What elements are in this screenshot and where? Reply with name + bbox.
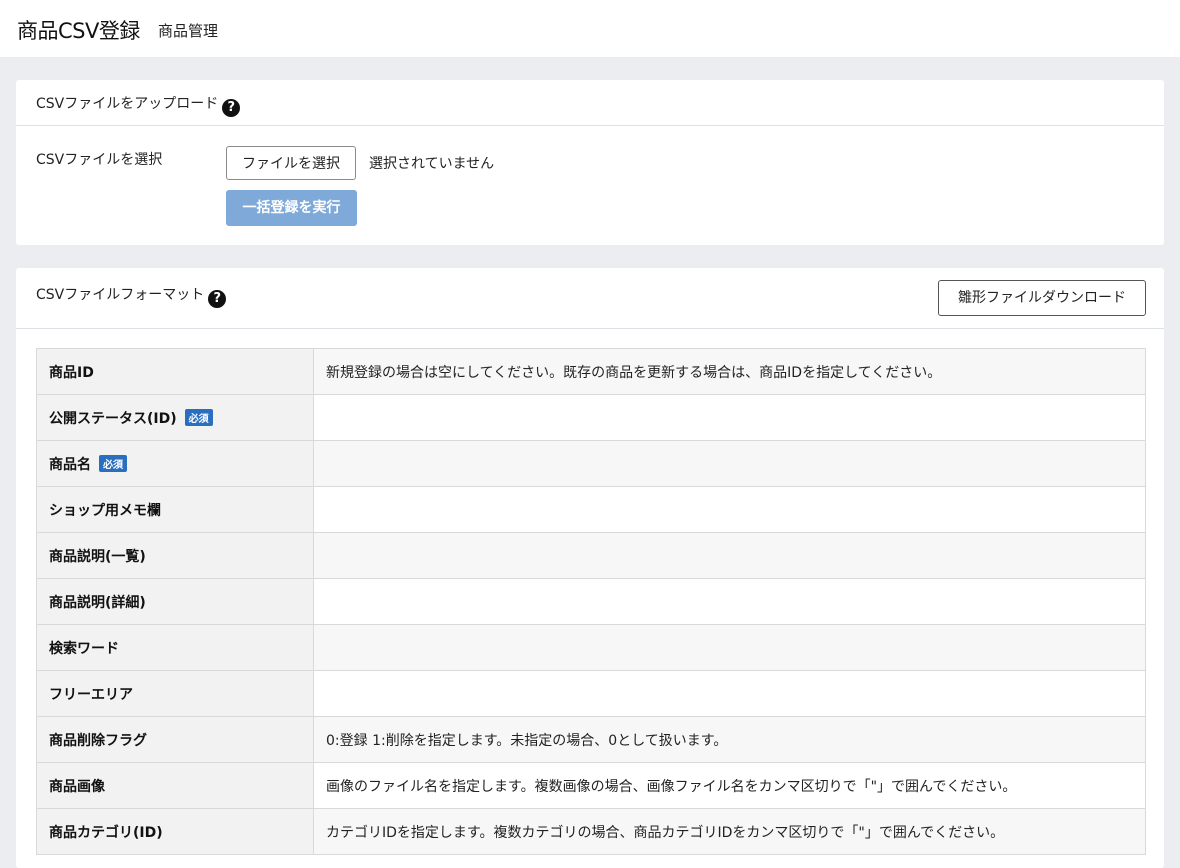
field-description — [313, 440, 1146, 487]
field-name-cell: 公開ステータス(ID) 必須 — [36, 394, 314, 441]
field-name-cell: 商品画像 — [36, 762, 314, 809]
field-name: 商品名 — [49, 456, 91, 473]
field-name: フリーエリア — [49, 686, 133, 703]
upload-card: CSVファイルをアップロード? CSVファイルを選択 ファイルを選択 選択されて… — [16, 80, 1164, 245]
upload-card-header: CSVファイルをアップロード? — [16, 80, 1164, 126]
field-name-cell: ショップ用メモ欄 — [36, 486, 314, 533]
field-description — [313, 670, 1146, 717]
csv-format-table: 商品ID 新規登録の場合は空にしてください。既存の商品を更新する場合は、商品IDを… — [36, 348, 1146, 855]
table-row: 商品名 必須 — [36, 440, 1146, 487]
file-status-text: 選択されていません — [369, 156, 495, 172]
field-name-cell: 商品名 必須 — [36, 440, 314, 487]
question-circle-icon[interactable]: ? — [208, 290, 227, 308]
field-description — [313, 624, 1146, 671]
field-description: カテゴリIDを指定します。複数カテゴリの場合、商品カテゴリIDをカンマ区切りで「… — [313, 808, 1146, 855]
page-title: 商品CSV登録 — [17, 19, 140, 43]
table-row: 商品削除フラグ 0:登録 1:削除を指定します。未指定の場合、0として扱います。 — [36, 716, 1146, 763]
bulk-register-button[interactable]: 一括登録を実行 — [226, 190, 357, 226]
field-name-cell: 検索ワード — [36, 624, 314, 671]
table-row: フリーエリア — [36, 670, 1146, 717]
field-name: 商品説明(一覧) — [49, 548, 146, 565]
field-description — [313, 532, 1146, 579]
field-name: 商品説明(詳細) — [49, 594, 146, 611]
csv-file-label: CSVファイルを選択 — [36, 152, 163, 168]
field-name-cell: 商品説明(詳細) — [36, 578, 314, 625]
field-description — [313, 394, 1146, 441]
choose-file-button[interactable]: ファイルを選択 — [226, 146, 356, 180]
format-card: CSVファイルフォーマット? 雛形ファイルダウンロード 商品ID 新規登録の場合は… — [16, 268, 1164, 868]
field-name: 商品ID — [49, 364, 94, 381]
field-name: 公開ステータス(ID) — [49, 410, 177, 427]
field-description: 画像のファイル名を指定します。複数画像の場合、画像ファイル名をカンマ区切りで「"… — [313, 762, 1146, 809]
field-description — [313, 578, 1146, 625]
question-circle-icon[interactable]: ? — [222, 99, 241, 117]
required-badge: 必須 — [184, 408, 213, 426]
upload-card-title: CSVファイルをアップロード — [36, 96, 219, 112]
page-subtitle: 商品管理 — [158, 22, 219, 40]
table-row: 商品画像 画像のファイル名を指定します。複数画像の場合、画像ファイル名をカンマ区切… — [36, 762, 1146, 809]
field-name-cell: 商品カテゴリ(ID) — [36, 808, 314, 855]
field-description — [313, 486, 1146, 533]
field-name: 商品画像 — [49, 778, 105, 795]
table-row: 商品ID 新規登録の場合は空にしてください。既存の商品を更新する場合は、商品IDを… — [36, 348, 1146, 395]
field-name: 商品カテゴリ(ID) — [49, 824, 163, 841]
required-badge: 必須 — [99, 454, 127, 472]
table-row: 商品説明(詳細) — [36, 578, 1146, 625]
format-card-title: CSVファイルフォーマット — [36, 287, 205, 303]
table-row: ショップ用メモ欄 — [36, 486, 1146, 533]
field-name-cell: 商品ID — [36, 348, 314, 395]
table-row: 公開ステータス(ID) 必須 — [36, 394, 1146, 441]
field-name: 検索ワード — [49, 640, 119, 657]
field-name-cell: 商品説明(一覧) — [36, 532, 314, 579]
field-description: 新規登録の場合は空にしてください。既存の商品を更新する場合は、商品IDを指定して… — [313, 348, 1146, 395]
field-name: ショップ用メモ欄 — [49, 502, 161, 519]
page-header: 商品CSV登録 商品管理 — [0, 0, 1180, 57]
template-download-button[interactable]: 雛形ファイルダウンロード — [938, 280, 1146, 316]
field-description: 0:登録 1:削除を指定します。未指定の場合、0として扱います。 — [313, 716, 1146, 763]
table-row: 商品カテゴリ(ID) カテゴリIDを指定します。複数カテゴリの場合、商品カテゴリI… — [36, 808, 1146, 855]
field-name-cell: 商品削除フラグ — [36, 716, 314, 763]
field-name: 商品削除フラグ — [49, 732, 147, 749]
table-row: 商品説明(一覧) — [36, 532, 1146, 579]
format-card-header: CSVファイルフォーマット? 雛形ファイルダウンロード — [16, 268, 1164, 329]
field-name-cell: フリーエリア — [36, 670, 314, 717]
table-row: 検索ワード — [36, 624, 1146, 671]
